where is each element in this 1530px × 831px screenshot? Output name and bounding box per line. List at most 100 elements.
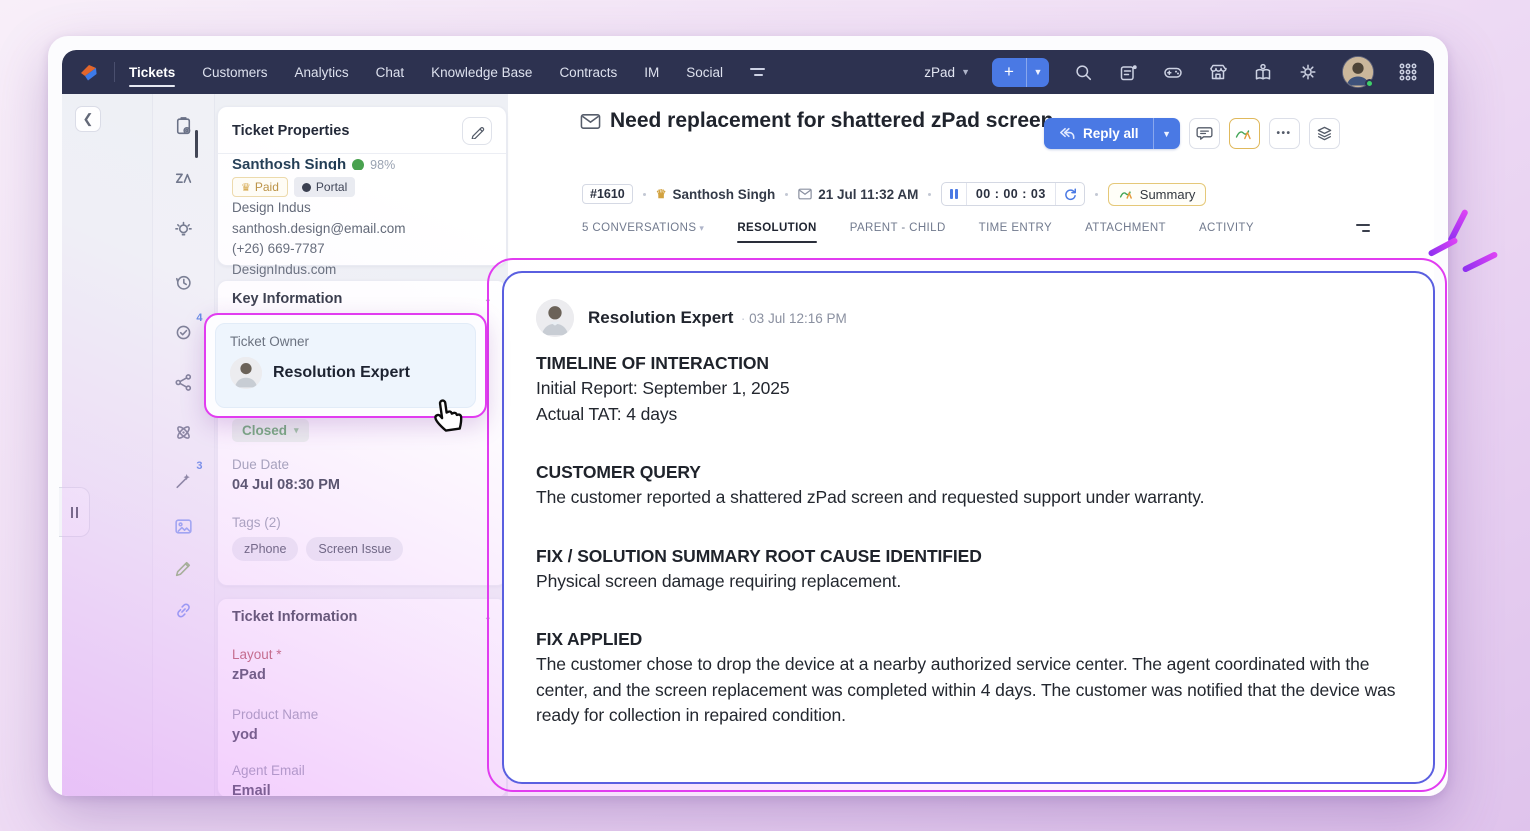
section-body: The customer chose to drop the device at… [536, 652, 1401, 729]
ticket-information-card: Ticket Information ⌄ Layout * zPad Produ… [217, 598, 507, 796]
ticket-id-badge: #1610 [582, 184, 633, 204]
ticket-properties-title: Ticket Properties [232, 123, 349, 139]
contact-website[interactable]: DesignIndus.com [232, 261, 492, 280]
conversation-sort-icon[interactable] [1356, 224, 1370, 232]
nav-menu: Tickets Customers Analytics Chat Knowled… [129, 50, 723, 94]
product-name-label: Product Name [232, 707, 318, 722]
tab-conversations[interactable]: 5 CONVERSATIONS▾ [582, 222, 704, 234]
layout-field-value[interactable]: zPad [232, 667, 266, 683]
signature-pen-icon[interactable] [172, 556, 196, 580]
email-channel-icon [580, 109, 601, 139]
add-ticket-split-button[interactable]: + ▼ [992, 58, 1049, 87]
comment-button[interactable] [1189, 118, 1220, 149]
ticket-requester[interactable]: ♛ Santhosh Singh [656, 187, 776, 202]
nav-item-chat[interactable]: Chat [376, 50, 405, 94]
tag-zphone[interactable]: zPhone [232, 537, 298, 561]
plus-icon[interactable]: + [992, 58, 1026, 87]
marketplace-icon[interactable] [1208, 62, 1228, 82]
message-timestamp: 03 Jul 12:16 PM [741, 311, 847, 326]
feeds-icon[interactable] [1118, 62, 1138, 82]
ticket-properties-card: Ticket Properties Santhosh Singh 98% [217, 106, 507, 266]
nav-more-menu-icon[interactable] [750, 68, 765, 76]
department-selector[interactable]: zPad ▼ [924, 65, 970, 80]
nav-item-contracts[interactable]: Contracts [559, 50, 617, 94]
history-icon[interactable] [172, 270, 196, 294]
user-avatar[interactable] [1343, 57, 1373, 87]
more-actions-button[interactable]: ••• [1269, 118, 1300, 149]
split-view-layers-icon[interactable] [1309, 118, 1340, 149]
ticket-sidebar-rail: 4 3 [152, 94, 215, 796]
section-body: The customer reported a shattered zPad s… [536, 485, 1401, 511]
tab-activity[interactable]: ACTIVITY [1199, 222, 1254, 234]
wand-count-badge: 3 [196, 460, 202, 472]
idea-bulb-icon[interactable] [172, 218, 196, 242]
section-heading: FIX / SOLUTION SUMMARY ROOT CAUSE IDENTI… [536, 544, 1401, 569]
product-name-value[interactable]: yod [232, 727, 258, 743]
nav-item-analytics[interactable]: Analytics [295, 50, 349, 94]
owner-avatar [230, 357, 262, 389]
zoho-desk-logo-icon[interactable] [76, 59, 102, 85]
due-date-value: 04 Jul 08:30 PM [232, 477, 340, 493]
section-heading: TIMELINE OF INTERACTION [536, 351, 1401, 376]
links-icon[interactable] [172, 598, 196, 622]
happiness-percent: 98% [370, 158, 395, 170]
app-window: Tickets Customers Analytics Chat Knowled… [48, 36, 1448, 796]
contact-email[interactable]: santhosh.design@email.com [232, 220, 492, 239]
gamescope-icon[interactable] [1163, 62, 1183, 82]
ticket-meta-row: #1610 ♛ Santhosh Singh 21 Jul 11:32 AM [582, 182, 1206, 206]
tasks-count-badge: 4 [196, 312, 202, 324]
contact-phone[interactable]: (+26) 669-7787 [232, 240, 492, 259]
tab-time-entry[interactable]: TIME ENTRY [979, 222, 1052, 234]
chevron-down-icon: ▾ [294, 425, 299, 436]
agent-email-label: Agent Email [232, 763, 305, 778]
nav-item-social[interactable]: Social [686, 50, 723, 94]
status-dropdown[interactable]: Closed ▾ [232, 419, 309, 442]
user-guide-icon[interactable] [1253, 62, 1273, 82]
panel-resize-handle[interactable] [59, 487, 90, 537]
ticket-tabs: 5 CONVERSATIONS▾ RESOLUTION PARENT - CHI… [582, 222, 1370, 234]
nav-item-tickets[interactable]: Tickets [129, 50, 175, 94]
nav-item-knowledge-base[interactable]: Knowledge Base [431, 50, 532, 94]
related-items-icon[interactable] [172, 420, 196, 444]
online-status-dot [1365, 79, 1374, 88]
tab-attachment[interactable]: ATTACHMENT [1085, 222, 1166, 234]
tasks-icon[interactable]: 4 [172, 320, 196, 344]
settings-gear-icon[interactable] [1298, 62, 1318, 82]
contact-name-clipped[interactable]: Santhosh Singh 98% [232, 158, 492, 170]
tab-parent-child[interactable]: PARENT - CHILD [850, 222, 946, 234]
section-body: Initial Report: September 1, 2025 Actual… [536, 376, 1401, 427]
reply-all-icon [1058, 126, 1075, 141]
reply-all-button[interactable]: Reply all ▼ [1044, 118, 1180, 149]
collapse-panel-button[interactable]: ❮ [75, 106, 101, 132]
apps-grid-icon[interactable] [1398, 62, 1418, 82]
chevron-down-icon[interactable]: ▼ [1154, 118, 1180, 149]
tag-list: zPhone Screen Issue [232, 537, 403, 561]
ticket-properties-icon[interactable] [172, 114, 196, 138]
magic-wand-icon[interactable]: 3 [172, 468, 196, 492]
emphasis-stroke-decoration [1462, 251, 1499, 273]
chevron-down-icon: ▼ [961, 67, 970, 77]
nav-item-customers[interactable]: Customers [202, 50, 267, 94]
edit-properties-button[interactable] [462, 117, 492, 145]
snippets-image-icon[interactable] [172, 514, 196, 538]
tab-resolution[interactable]: RESOLUTION [737, 222, 816, 234]
zia-summary-button[interactable]: Summary [1108, 183, 1207, 206]
zia-icon[interactable] [172, 166, 196, 190]
section-heading: FIX APPLIED [536, 627, 1401, 652]
crown-icon: ♛ [241, 181, 251, 194]
ticket-title: Need replacement for shattered zPad scre… [580, 106, 1058, 139]
search-icon[interactable] [1073, 62, 1093, 82]
portal-icon [302, 183, 311, 192]
zia-button[interactable] [1229, 118, 1260, 149]
nav-item-im[interactable]: IM [644, 50, 659, 94]
section-body: Physical screen damage requiring replace… [536, 569, 1401, 595]
chevron-down-icon[interactable]: ▼ [1027, 58, 1049, 87]
timer-refresh-button[interactable] [1055, 183, 1084, 205]
resolution-highlight-frame: Resolution Expert 03 Jul 12:16 PM TIMELI… [487, 258, 1447, 792]
ticket-owner-name: Resolution Expert [273, 364, 410, 382]
timer-pause-button[interactable] [942, 183, 967, 205]
agent-email-value[interactable]: Email [232, 783, 271, 796]
ticket-created-time: 21 Jul 11:32 AM [798, 187, 918, 202]
tag-screen-issue[interactable]: Screen Issue [306, 537, 403, 561]
share-icon[interactable] [172, 370, 196, 394]
